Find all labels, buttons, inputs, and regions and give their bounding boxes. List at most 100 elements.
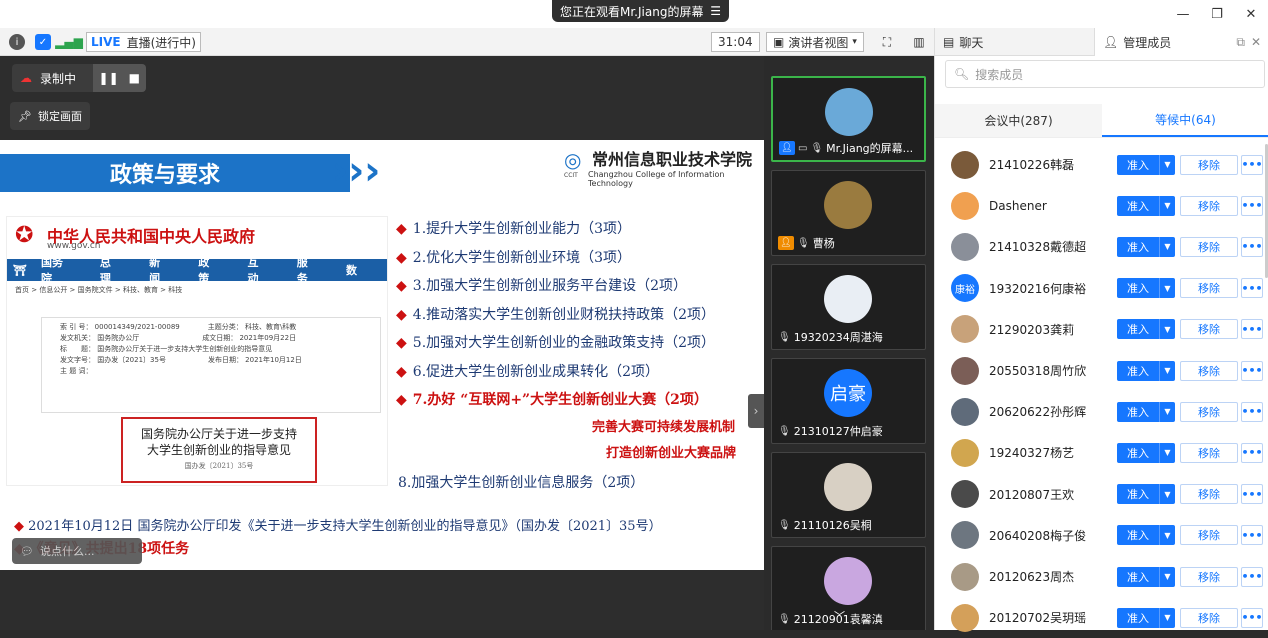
video-tile[interactable]: 🎙︎ 21110126吴桐 [771, 452, 926, 538]
video-tile[interactable]: 👤︎ 🎙︎ 曹杨 [771, 170, 926, 256]
admit-button[interactable]: 准入 ▼ [1117, 195, 1175, 216]
remove-button[interactable]: 移除 [1180, 360, 1238, 381]
chevron-down-icon[interactable]: ▼ [1159, 442, 1175, 463]
recording-bar: ☁ 录制中 ❚❚ ■ [12, 64, 146, 92]
member-search-input[interactable]: 🔍︎ 搜索成员 [945, 60, 1265, 88]
remove-button[interactable]: 移除 [1180, 525, 1238, 546]
avatar [951, 397, 979, 426]
comment-input[interactable]: 💬︎ 说点什么... [12, 538, 142, 564]
policy-sub-item: 完善大赛可持续发展机制 [592, 420, 736, 435]
diamond-icon: ◆ [14, 519, 29, 534]
admit-button[interactable]: 准入 ▼ [1117, 154, 1175, 175]
tab-waiting[interactable]: 等候中(64) [1102, 104, 1268, 137]
remove-button[interactable]: 移除 [1180, 401, 1238, 422]
remove-button[interactable]: 移除 [1180, 278, 1238, 299]
admit-button[interactable]: 准入 ▼ [1117, 484, 1175, 505]
menu-icon[interactable]: ☰ [710, 4, 721, 18]
shield-icon[interactable]: ✓ [34, 32, 52, 52]
remove-button[interactable]: 移除 [1180, 236, 1238, 257]
lock-screen-button[interactable]: 📌︎ 锁定画面 [10, 102, 90, 130]
lock-screen-label: 锁定画面 [37, 110, 82, 123]
admit-label: 准入 [1127, 570, 1149, 584]
remove-button[interactable]: 移除 [1180, 195, 1238, 216]
signal-icon[interactable]: ▂▄▆ [55, 32, 83, 52]
tab-members[interactable]: 👤︎ 管理成员 ⧉ ✕ [1095, 28, 1268, 56]
chevron-down-icon[interactable]: ▼ [1159, 278, 1175, 299]
remove-button[interactable]: 移除 [1180, 566, 1238, 587]
collapse-gallery-handle[interactable]: › [748, 394, 764, 428]
policy-text: 4.推动落实大学生创新创业财税扶持政策（2项） [412, 306, 716, 323]
admit-button[interactable]: 准入 ▼ [1117, 525, 1175, 546]
admit-button[interactable]: 准入 ▼ [1117, 607, 1175, 628]
mic-muted-icon: 🎙︎ [778, 519, 791, 531]
restore-icon[interactable]: ❐ [1200, 0, 1234, 28]
video-tile-label: 🎙︎ 19320234周湛海 [778, 329, 883, 345]
admit-button[interactable]: 准入 ▼ [1117, 360, 1175, 381]
chevron-down-icon[interactable]: ▼ [1159, 525, 1175, 546]
more-options-button[interactable]: ••• [1241, 484, 1263, 505]
avatar [824, 557, 872, 605]
remove-button[interactable]: 移除 [1180, 319, 1238, 340]
mic-muted-icon: 🎙︎ [778, 331, 791, 343]
waiting-member-row: 康裕 19320216何康裕 准入 ▼ 移除 ••• [935, 268, 1268, 309]
sidebar-toggle-icon[interactable]: ▥ [910, 32, 928, 52]
popout-icon[interactable]: ⧉ [1236, 35, 1245, 50]
video-tile[interactable]: 启豪 🎙︎ 21310127仲启豪 [771, 358, 926, 444]
close-icon[interactable]: ✕ [1251, 35, 1261, 50]
close-icon[interactable]: ✕ [1234, 0, 1268, 28]
tab-in-meeting[interactable]: 会议中(287) [935, 104, 1102, 137]
tab-chat[interactable]: ▤ 聊天 [935, 28, 1095, 56]
info-icon[interactable]: i [8, 32, 26, 52]
admit-button[interactable]: 准入 ▼ [1117, 278, 1175, 299]
admit-button[interactable]: 准入 ▼ [1117, 401, 1175, 422]
remove-button[interactable]: 移除 [1180, 442, 1238, 463]
video-tile[interactable]: 🎙︎ 19320234周湛海 [771, 264, 926, 350]
remove-button[interactable]: 移除 [1180, 484, 1238, 505]
gov-doc-title-1: 国务院办公厅关于进一步支持 [140, 427, 297, 441]
chevron-down-icon[interactable]: ▼ [1159, 319, 1175, 340]
pause-icon[interactable]: ❚❚ [99, 71, 119, 85]
more-options-button[interactable]: ••• [1241, 401, 1263, 422]
chevron-down-icon[interactable]: ▼ [1159, 360, 1175, 381]
more-options-button[interactable]: ••• [1241, 525, 1263, 546]
view-mode-select[interactable]: ▣ 演讲者视图 ▾ [766, 32, 864, 52]
gov-meta-line: 发文机关： 国务院办公厅 成文日期： 2021年09月22日 [60, 334, 297, 342]
tab-members-label: 管理成员 [1123, 35, 1172, 50]
chevron-down-icon[interactable]: ▼ [1159, 401, 1175, 422]
chevron-down-icon[interactable]: ▼ [1159, 566, 1175, 587]
more-options-button[interactable]: ••• [1241, 360, 1263, 381]
more-options-button[interactable]: ••• [1241, 319, 1263, 340]
more-options-button[interactable]: ••• [1241, 566, 1263, 587]
remove-button[interactable]: 移除 [1180, 154, 1238, 175]
chevron-down-icon[interactable]: ﹀ [834, 608, 845, 624]
more-options-button[interactable]: ••• [1241, 154, 1263, 175]
more-options-button[interactable]: ••• [1241, 607, 1263, 628]
share-banner: 您正在观看Mr.Jiang的屏幕 ☰ [552, 0, 729, 22]
stop-icon[interactable]: ■ [129, 71, 140, 85]
remove-button[interactable]: 移除 [1180, 607, 1238, 628]
live-status-box[interactable]: LIVE 直播(进行中) [86, 32, 201, 52]
admit-button[interactable]: 准入 ▼ [1117, 236, 1175, 257]
chevron-down-icon[interactable]: ▼ [1159, 607, 1175, 628]
fullscreen-icon[interactable]: ⛶ [878, 32, 896, 52]
mic-muted-icon: 🎙︎ [778, 613, 791, 625]
admit-button[interactable]: 准入 ▼ [1117, 442, 1175, 463]
user-icon: 👤︎ [1103, 35, 1119, 49]
chevron-down-icon[interactable]: ▼ [1159, 195, 1175, 216]
chevron-down-icon[interactable]: ▼ [1159, 484, 1175, 505]
more-options-button[interactable]: ••• [1241, 236, 1263, 257]
avatar [824, 463, 872, 511]
minimize-icon[interactable]: — [1166, 0, 1200, 28]
admit-button[interactable]: 准入 ▼ [1117, 319, 1175, 340]
meeting-timer: 31:04 [711, 32, 760, 52]
admit-label: 准入 [1127, 446, 1149, 460]
more-options-button[interactable]: ••• [1241, 195, 1263, 216]
more-options-button[interactable]: ••• [1241, 278, 1263, 299]
chevron-down-icon[interactable]: ▼ [1159, 236, 1175, 257]
gov-doc-metadata: 索 引 号： 000014349/2021-00089 主题分类： 科技、教育\… [41, 317, 381, 413]
video-tile[interactable]: 👤︎ ▭ 🎙︎ Mr.Jiang的屏幕... [771, 76, 926, 162]
admit-button[interactable]: 准入 ▼ [1117, 566, 1175, 587]
video-tile[interactable]: 🎙︎ 21120901袁馨滇 [771, 546, 926, 630]
chevron-down-icon[interactable]: ▼ [1159, 154, 1175, 175]
more-options-button[interactable]: ••• [1241, 442, 1263, 463]
